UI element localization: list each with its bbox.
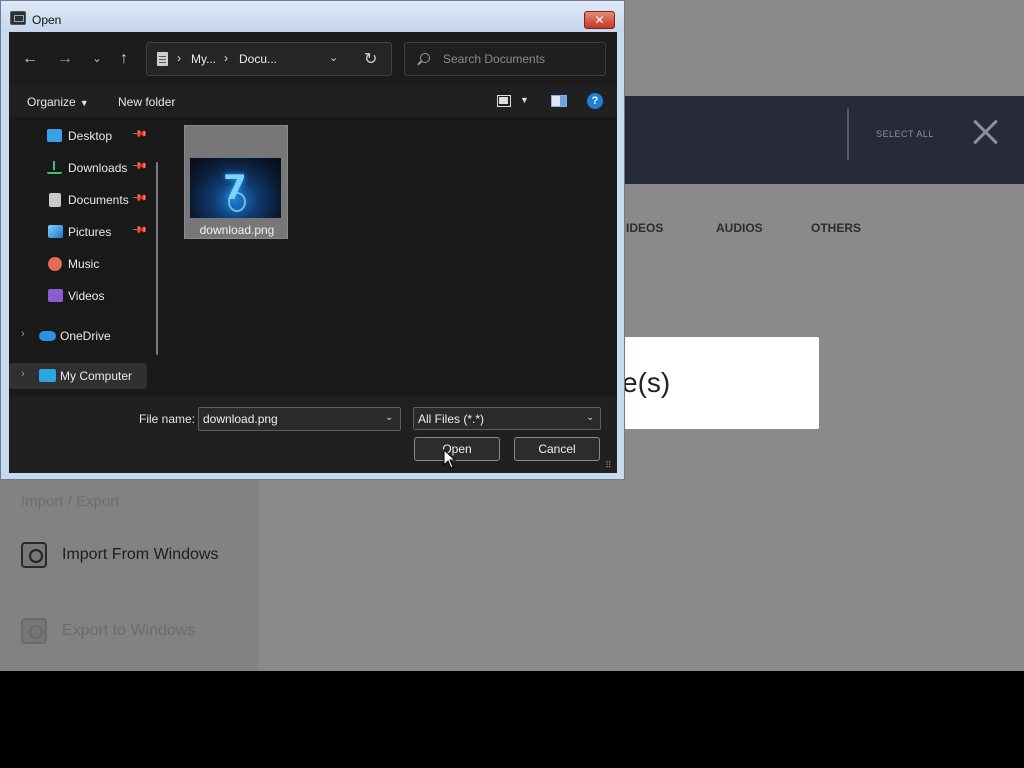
file-name-input[interactable] xyxy=(203,411,378,427)
back-arrow-icon[interactable]: ← xyxy=(18,47,42,71)
tab-others[interactable]: OTHERS xyxy=(811,221,861,235)
search-box[interactable] xyxy=(404,42,606,76)
cancel-button[interactable]: Cancel xyxy=(514,437,600,461)
dialog-title-bar[interactable]: Open ✕ xyxy=(1,1,624,32)
sidebar-item-label: My Computer xyxy=(60,369,133,383)
sidebar-item-downloads[interactable]: Downloads 📌 xyxy=(9,155,159,181)
export-to-windows-button[interactable]: Export to Windows xyxy=(21,618,251,646)
breadcrumb-separator-icon: › xyxy=(177,51,181,65)
computer-icon xyxy=(39,369,56,382)
music-icon xyxy=(48,257,62,271)
file-name-combobox[interactable]: ⌄ xyxy=(198,407,401,431)
new-folder-button[interactable]: New folder xyxy=(118,95,175,109)
sidebar-item-pictures[interactable]: Pictures 📌 xyxy=(9,219,159,245)
section-title: Import / Export xyxy=(21,493,120,510)
up-arrow-icon[interactable]: ↑ xyxy=(112,47,136,71)
dialog-client: ← → ⌄ ↑ › My... › Docu... ⌄ ↻ Organize▼ … xyxy=(9,32,617,473)
sidebar-item-videos[interactable]: Videos xyxy=(9,283,159,309)
sidebar-item-my-computer[interactable]: › My Computer xyxy=(9,363,147,389)
help-icon[interactable]: ? xyxy=(587,93,603,109)
import-label: Import From Windows xyxy=(62,546,219,563)
card-text: e(s) xyxy=(622,367,671,398)
search-input[interactable] xyxy=(441,49,601,69)
file-thumbnail: 7 xyxy=(190,158,281,218)
file-type-value: All Files (*.*) xyxy=(418,412,485,426)
file-type-select[interactable]: All Files (*.*) ⌄ xyxy=(413,407,601,430)
dialog-close-button[interactable]: ✕ xyxy=(584,11,615,29)
preview-pane-icon[interactable] xyxy=(551,95,567,107)
navigation-bar: ← → ⌄ ↑ › My... › Docu... ⌄ ↻ xyxy=(9,32,617,86)
resize-grip-icon[interactable]: ⠿ xyxy=(605,460,615,470)
search-icon xyxy=(420,53,430,63)
file-name-label: File name: xyxy=(139,412,196,426)
open-dialog: Open ✕ ← → ⌄ ↑ › My... › Docu... ⌄ ↻ Sea… xyxy=(0,0,625,480)
sidebar-item-onedrive[interactable]: › OneDrive xyxy=(9,323,159,349)
pin-icon: 📌 xyxy=(130,126,148,143)
upload-circle-icon xyxy=(21,618,47,644)
caret-down-icon: ▼ xyxy=(79,98,89,108)
import-export-panel: Import / Export Import From Windows Expo… xyxy=(0,478,258,671)
navigation-scrollbar[interactable] xyxy=(156,162,158,355)
file-pane: 7 download.png xyxy=(167,117,617,397)
top-bar-divider xyxy=(847,108,849,160)
sidebar-item-label: Documents xyxy=(68,193,129,207)
chevron-down-icon: ⌄ xyxy=(586,412,595,423)
command-bar: Organize ▼ New folder ▼ ? xyxy=(9,86,617,117)
view-caret-icon[interactable]: ▼ xyxy=(520,95,529,105)
pin-icon: 📌 xyxy=(130,190,148,207)
sidebar-item-label: OneDrive xyxy=(60,329,111,343)
chevron-down-icon[interactable]: ⌄ xyxy=(385,412,393,423)
organize-button[interactable]: Organize ▼ xyxy=(27,95,89,109)
close-icon[interactable] xyxy=(970,118,1000,148)
import-from-windows-button[interactable]: Import From Windows xyxy=(21,542,251,570)
breadcrumb-separator-icon: › xyxy=(224,51,228,65)
forward-arrow-icon[interactable]: → xyxy=(53,47,77,71)
document-icon xyxy=(157,52,168,66)
breadcrumb-my[interactable]: My... xyxy=(191,52,216,66)
thumbnail-glow xyxy=(228,192,246,212)
dialog-footer: File name: ⌄ All Files (*.*) ⌄ Open Canc… xyxy=(9,397,617,473)
organize-label: Organize xyxy=(27,95,76,109)
app-icon xyxy=(10,11,26,25)
download-circle-icon xyxy=(21,542,47,568)
recent-locations-chevron-icon[interactable]: ⌄ xyxy=(85,47,109,71)
sidebar-item-documents[interactable]: Documents 📌 xyxy=(9,187,159,213)
video-icon xyxy=(48,289,63,302)
sidebar-item-music[interactable]: Music xyxy=(9,251,159,277)
chevron-down-icon[interactable]: ⌄ xyxy=(329,51,338,64)
sidebar-item-label: Pictures xyxy=(68,225,112,239)
document-icon xyxy=(49,193,61,207)
pin-icon: 📌 xyxy=(130,158,148,175)
address-bar[interactable]: › My... › Docu... ⌄ ↻ xyxy=(146,42,392,76)
view-options-icon[interactable] xyxy=(497,95,511,107)
open-button[interactable]: Open xyxy=(414,437,500,461)
desktop-icon xyxy=(47,129,62,142)
sidebar-item-label: Downloads xyxy=(68,161,128,175)
refresh-icon[interactable]: ↻ xyxy=(364,49,377,69)
chevron-right-icon[interactable]: › xyxy=(21,368,25,380)
breadcrumb-documents[interactable]: Docu... xyxy=(239,52,277,66)
mouse-cursor-icon xyxy=(443,449,457,469)
chevron-right-icon[interactable]: › xyxy=(21,328,25,340)
export-label: Export to Windows xyxy=(62,622,196,639)
file-name-label: download.png xyxy=(199,223,275,237)
sidebar-item-desktop[interactable]: Desktop 📌 xyxy=(9,123,159,149)
tab-audios[interactable]: AUDIOS xyxy=(716,221,763,235)
select-all-button[interactable]: SELECT ALL xyxy=(876,129,934,139)
download-icon xyxy=(47,161,62,174)
cloud-icon xyxy=(39,331,56,341)
navigation-pane: Desktop 📌 Downloads 📌 Documents 📌 Pictur… xyxy=(9,117,167,397)
sidebar-item-label: Music xyxy=(68,257,100,271)
file-item[interactable]: 7 download.png xyxy=(184,125,288,239)
sidebar-item-label: Desktop xyxy=(68,129,113,143)
sidebar-item-label: Videos xyxy=(68,289,105,303)
picture-icon xyxy=(48,225,63,238)
pin-icon: 📌 xyxy=(130,222,148,239)
dialog-title: Open xyxy=(32,13,62,27)
tab-videos[interactable]: IDEOS xyxy=(626,221,663,235)
